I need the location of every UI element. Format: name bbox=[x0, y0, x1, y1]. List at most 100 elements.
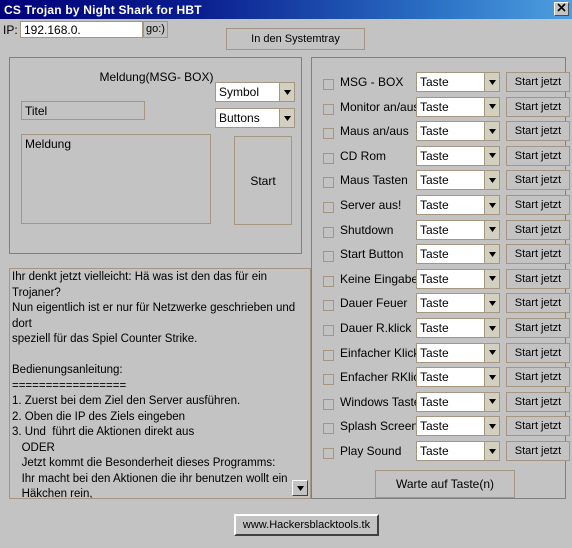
meldung-textarea[interactable] bbox=[21, 134, 211, 224]
chevron-down-icon[interactable] bbox=[484, 343, 499, 362]
action-checkbox[interactable] bbox=[323, 152, 334, 164]
action-start-button[interactable]: Start jetzt bbox=[506, 416, 570, 437]
action-checkbox[interactable] bbox=[323, 398, 334, 410]
msgbox-start-button[interactable]: Start bbox=[234, 136, 292, 225]
actions-group: MSG - BOX Taste Start jetzt Monitor an/aus T… bbox=[311, 57, 570, 499]
chevron-down-icon[interactable] bbox=[484, 319, 499, 337]
action-start-button[interactable]: Start jetzt bbox=[506, 268, 570, 289]
close-icon[interactable] bbox=[554, 2, 569, 16]
chevron-down-icon[interactable] bbox=[279, 109, 294, 127]
action-taste-combobox[interactable]: Taste bbox=[416, 72, 500, 92]
action-taste-combobox[interactable]: Taste bbox=[416, 170, 500, 191]
action-checkbox[interactable] bbox=[323, 103, 334, 115]
info-textarea[interactable]: Ihr denkt jetzt vielleicht: Hä was ist d… bbox=[9, 268, 311, 499]
action-taste-value: Taste bbox=[420, 419, 449, 434]
action-taste-combobox[interactable]: Taste bbox=[416, 96, 500, 117]
action-start-button[interactable]: Start jetzt bbox=[506, 72, 570, 92]
action-checkbox[interactable] bbox=[323, 300, 334, 312]
action-start-button[interactable]: Start jetzt bbox=[506, 219, 570, 240]
chevron-down-icon[interactable] bbox=[484, 97, 499, 116]
action-checkbox[interactable] bbox=[323, 226, 334, 238]
action-taste-combobox[interactable]: Taste bbox=[416, 416, 500, 437]
action-taste-combobox[interactable]: Taste bbox=[416, 244, 500, 265]
action-taste-combobox[interactable]: Taste bbox=[416, 367, 500, 388]
action-checkbox[interactable] bbox=[323, 325, 334, 336]
chevron-down-icon[interactable] bbox=[484, 122, 499, 141]
action-start-button[interactable]: Start jetzt bbox=[506, 441, 570, 461]
chevron-down-icon[interactable] bbox=[484, 220, 499, 239]
action-taste-combobox[interactable]: Taste bbox=[416, 145, 500, 166]
chevron-down-icon[interactable] bbox=[279, 83, 294, 101]
action-label: Splash Screen bbox=[340, 419, 419, 434]
titel-input[interactable] bbox=[21, 101, 145, 120]
action-start-button[interactable]: Start jetzt bbox=[506, 293, 570, 314]
chevron-down-icon[interactable] bbox=[484, 442, 499, 460]
action-row: Keine Eingaben Taste Start jetzt bbox=[312, 267, 570, 291]
action-taste-value: Taste bbox=[420, 345, 449, 360]
action-taste-combobox[interactable]: Taste bbox=[416, 441, 500, 461]
action-taste-value: Taste bbox=[420, 247, 449, 262]
website-button[interactable]: www.Hackersblacktools.tk bbox=[234, 514, 379, 536]
action-taste-combobox[interactable]: Taste bbox=[416, 121, 500, 142]
action-start-button[interactable]: Start jetzt bbox=[506, 391, 570, 412]
action-label: MSG - BOX bbox=[340, 75, 404, 89]
action-label: Windows Taste bbox=[340, 394, 421, 409]
symbol-combobox[interactable]: Symbol bbox=[215, 82, 295, 102]
action-label: Play Sound bbox=[340, 444, 402, 458]
action-checkbox[interactable] bbox=[323, 251, 334, 263]
action-checkbox[interactable] bbox=[323, 374, 334, 386]
action-checkbox[interactable] bbox=[323, 448, 334, 459]
chevron-down-icon[interactable] bbox=[484, 171, 499, 190]
action-taste-combobox[interactable]: Taste bbox=[416, 391, 500, 412]
action-taste-combobox[interactable]: Taste bbox=[416, 293, 500, 314]
scroll-down-icon[interactable] bbox=[292, 480, 308, 496]
ip-input[interactable] bbox=[20, 21, 143, 38]
chevron-down-icon[interactable] bbox=[484, 245, 499, 264]
title-bar: CS Trojan by Night Shark for HBT bbox=[0, 0, 572, 19]
action-row: Splash Screen Taste Start jetzt bbox=[312, 414, 570, 438]
action-taste-combobox[interactable]: Taste bbox=[416, 342, 500, 363]
action-start-button[interactable]: Start jetzt bbox=[506, 367, 570, 388]
action-row: Windows Taste Taste Start jetzt bbox=[312, 390, 570, 414]
action-row: Server aus! Taste Start jetzt bbox=[312, 193, 570, 217]
chevron-down-icon[interactable] bbox=[484, 294, 499, 313]
chevron-down-icon[interactable] bbox=[484, 392, 499, 411]
chevron-down-icon[interactable] bbox=[484, 146, 499, 165]
action-label: Dauer Feuer bbox=[340, 296, 408, 311]
action-start-button[interactable]: Start jetzt bbox=[506, 121, 570, 142]
chevron-down-icon[interactable] bbox=[484, 417, 499, 436]
action-row: Monitor an/aus Taste Start jetzt bbox=[312, 95, 570, 119]
action-checkbox[interactable] bbox=[323, 423, 334, 435]
action-start-button[interactable]: Start jetzt bbox=[506, 244, 570, 265]
action-taste-value: Taste bbox=[420, 370, 449, 385]
buttons-combobox[interactable]: Buttons bbox=[215, 108, 295, 128]
ip-label: IP: bbox=[3, 23, 18, 37]
action-taste-combobox[interactable]: Taste bbox=[416, 318, 500, 338]
action-checkbox[interactable] bbox=[323, 275, 334, 287]
action-checkbox[interactable] bbox=[323, 79, 334, 90]
systemtray-button[interactable]: In den Systemtray bbox=[226, 28, 365, 50]
action-checkbox[interactable] bbox=[323, 349, 334, 361]
action-taste-value: Taste bbox=[420, 394, 449, 409]
action-row: Einfacher Klick Taste Start jetzt bbox=[312, 341, 570, 365]
go-button[interactable]: go:) bbox=[143, 21, 168, 38]
info-text: Ihr denkt jetzt vielleicht: Hä was ist d… bbox=[12, 271, 296, 499]
action-label: Einfacher Klick bbox=[340, 345, 420, 360]
action-start-button[interactable]: Start jetzt bbox=[506, 195, 570, 215]
chevron-down-icon[interactable] bbox=[484, 73, 499, 91]
action-start-button[interactable]: Start jetzt bbox=[506, 342, 570, 363]
action-start-button[interactable]: Start jetzt bbox=[506, 96, 570, 117]
action-taste-combobox[interactable]: Taste bbox=[416, 219, 500, 240]
chevron-down-icon[interactable] bbox=[484, 368, 499, 387]
action-start-button[interactable]: Start jetzt bbox=[506, 145, 570, 166]
action-taste-combobox[interactable]: Taste bbox=[416, 195, 500, 215]
chevron-down-icon[interactable] bbox=[484, 269, 499, 288]
action-checkbox[interactable] bbox=[323, 128, 334, 140]
warte-auf-tasten-button[interactable]: Warte auf Taste(n) bbox=[375, 470, 515, 498]
action-start-button[interactable]: Start jetzt bbox=[506, 318, 570, 338]
action-start-button[interactable]: Start jetzt bbox=[506, 170, 570, 191]
chevron-down-icon[interactable] bbox=[484, 196, 499, 214]
action-taste-combobox[interactable]: Taste bbox=[416, 268, 500, 289]
action-checkbox[interactable] bbox=[323, 202, 334, 213]
action-checkbox[interactable] bbox=[323, 177, 334, 189]
